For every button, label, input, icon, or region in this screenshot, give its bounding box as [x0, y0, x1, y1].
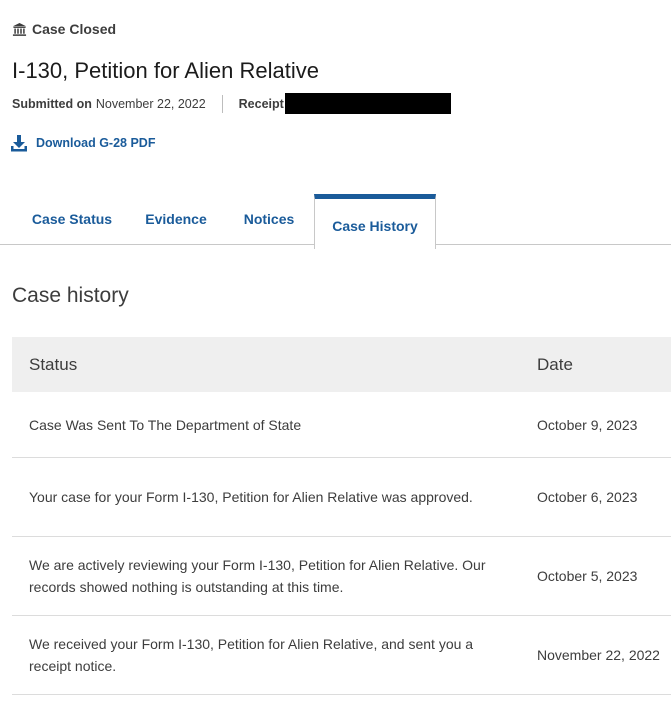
submitted-label: Submitted on: [12, 96, 92, 111]
table-header-row: Status Date: [12, 337, 671, 392]
download-icon: [11, 135, 27, 152]
bank-icon: [12, 22, 27, 36]
page-title: I-130, Petition for Alien Relative: [12, 58, 319, 83]
meta-divider: [221, 94, 223, 113]
section-title: Case history: [12, 284, 129, 307]
submitted-date: November 22, 2022: [95, 96, 206, 111]
tab-case-status[interactable]: Case Status: [16, 194, 128, 244]
download-g28-link[interactable]: Download G-28 PDF: [10, 134, 155, 152]
receipt-number-redacted: [284, 93, 451, 114]
receipt-label: Receipt: [238, 96, 284, 111]
case-history-table: Status Date Case Was Sent To The Departm…: [12, 337, 671, 695]
case-meta: Submitted on November 22, 2022 Receipt: [12, 93, 451, 114]
row-status: Case Was Sent To The Department of State: [12, 392, 522, 458]
table-row: We are actively reviewing your Form I-13…: [12, 536, 671, 616]
table-row: We received your Form I-130, Petition fo…: [12, 615, 671, 695]
column-header-date: Date: [522, 337, 671, 392]
table-row: Your case for your Form I-130, Petition …: [12, 457, 671, 537]
row-status: We received your Form I-130, Petition fo…: [12, 615, 522, 695]
row-status: We are actively reviewing your Form I-13…: [12, 536, 522, 616]
row-date: October 6, 2023: [522, 457, 671, 537]
case-tabs: Case Status Evidence Notices Case Histor…: [0, 194, 671, 250]
case-status-text: Case Closed: [32, 21, 117, 37]
row-date: November 22, 2022: [522, 615, 671, 695]
row-date: October 5, 2023: [522, 536, 671, 616]
download-label: Download G-28 PDF: [36, 136, 156, 150]
column-header-status: Status: [12, 337, 522, 392]
tab-notices[interactable]: Notices: [232, 194, 306, 244]
tab-case-history[interactable]: Case History: [314, 194, 436, 250]
row-status: Your case for your Form I-130, Petition …: [12, 457, 522, 537]
row-date: October 9, 2023: [522, 392, 671, 458]
case-status-line: Case Closed: [12, 21, 116, 37]
table-row: Case Was Sent To The Department of State…: [12, 392, 671, 458]
tab-evidence[interactable]: Evidence: [134, 194, 218, 244]
